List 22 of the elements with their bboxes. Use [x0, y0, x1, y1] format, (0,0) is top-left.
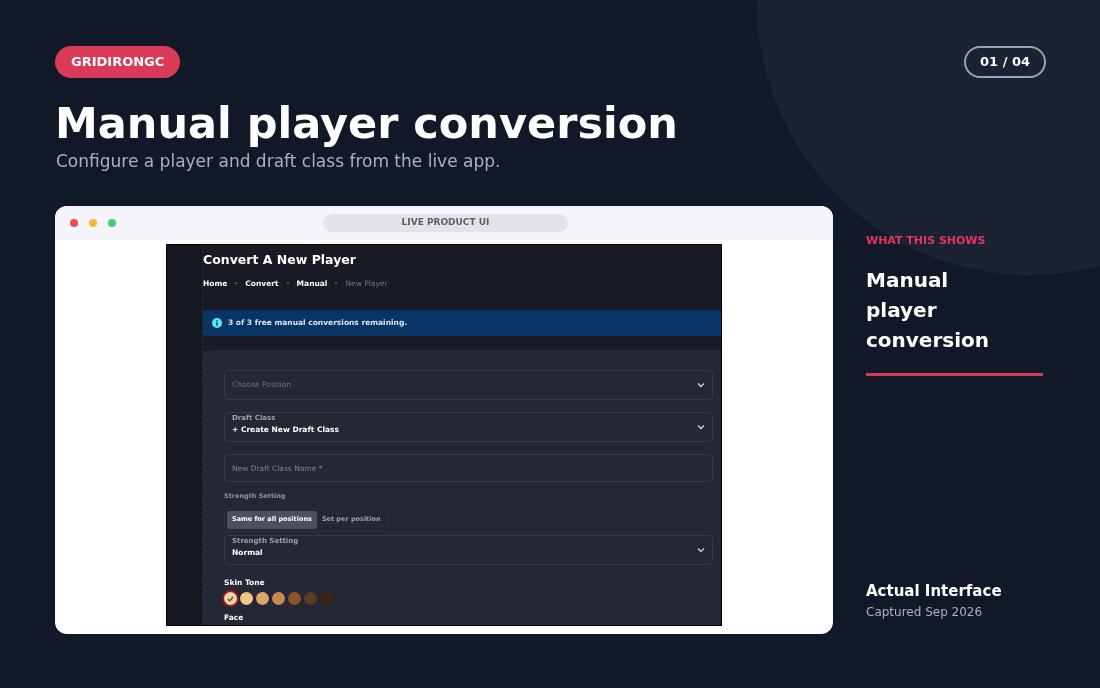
side-eyebrow: WHAT THIS SHOWS: [866, 233, 986, 249]
chevron-down-icon: [697, 546, 705, 553]
brand-badge: GRIDIRONGC: [55, 46, 181, 78]
info-icon: [212, 318, 222, 328]
chevron-down-icon: [697, 424, 705, 430]
skin-tone-swatch[interactable]: [240, 592, 253, 605]
page-title: Manual player conversion: [55, 97, 678, 150]
page-subtitle: Configure a player and draft class from the live app.: [56, 150, 501, 173]
address-bar: LIVE PRODUCT UI: [323, 214, 568, 232]
side-footer-note: Captured Sep 2026: [866, 604, 983, 621]
app-heading: Convert A New Player: [203, 251, 357, 269]
skin-tone-swatch[interactable]: [320, 592, 333, 605]
slide-counter: 01 / 04: [964, 46, 1046, 78]
check-icon: [227, 595, 234, 602]
skin-tone-swatch[interactable]: [256, 592, 269, 605]
skin-tone-swatch[interactable]: [304, 592, 317, 605]
side-heading: Manual player conversion: [866, 267, 991, 354]
skin-tone-swatch[interactable]: [224, 592, 237, 605]
side-footer-title: Actual Interface: [866, 581, 1002, 602]
skin-tone-swatch[interactable]: [272, 592, 285, 605]
chevron-down-icon: [697, 382, 705, 388]
skin-tone-swatch[interactable]: [288, 592, 301, 605]
